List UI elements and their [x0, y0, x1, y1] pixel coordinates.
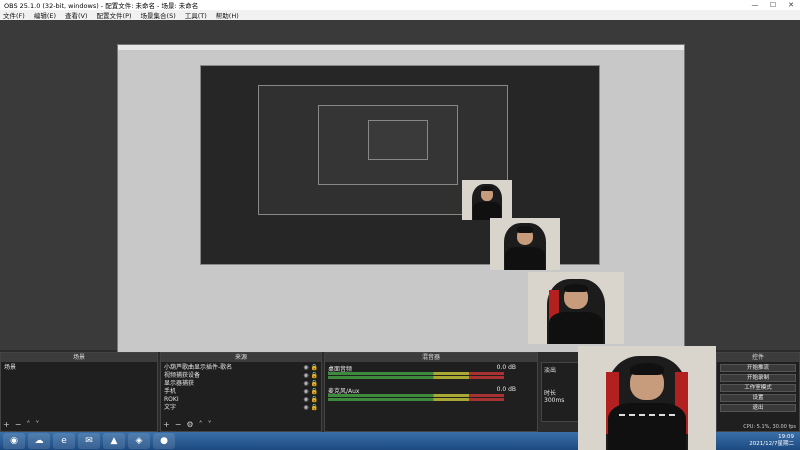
transition-type[interactable]: 淡出 — [544, 365, 578, 374]
menu-help[interactable]: 帮助(H) — [216, 10, 239, 20]
visibility-icon[interactable]: ◉ 🔒 — [303, 380, 318, 388]
webcam-feed-2 — [490, 218, 560, 270]
scenes-dock: 场景 场景 + − ˄ ˅ — [0, 352, 158, 432]
sources-dock: 来源 小葫芦歌曲显示插件-歌名 ◉ 🔒 视频捕获设备 ◉ 🔒 显示器捕获 ◉ 🔒 手机… — [160, 352, 322, 432]
game-icon[interactable]: ◈ — [128, 433, 150, 449]
visibility-icon[interactable]: ◉ 🔒 — [303, 364, 318, 372]
source-item[interactable]: 视频捕获设备 ◉ 🔒 — [164, 372, 318, 380]
sources-title: 来源 — [161, 353, 321, 362]
visibility-icon[interactable]: ◉ 🔒 — [303, 396, 318, 404]
controls-dock: 控件 开始推流 开始录制 工作室模式 设置 退出 — [716, 352, 800, 432]
app-icon[interactable]: ▲ — [103, 433, 125, 449]
mixer-dock: 混音器 桌面音频 0.0 dB 麦克风/Aux 0.0 dB — [324, 352, 538, 432]
close-icon[interactable]: ✕ — [782, 1, 800, 9]
visibility-icon[interactable]: ◉ 🔒 — [303, 388, 318, 396]
scene-item[interactable]: 场景 — [4, 364, 154, 372]
move-down-icon[interactable]: ˅ — [35, 420, 39, 429]
menu-profile[interactable]: 配置文件(P) — [97, 10, 132, 20]
preview-canvas[interactable] — [0, 20, 800, 450]
webcam-feed-3 — [528, 272, 624, 344]
controls-title: 控件 — [717, 353, 799, 362]
settings-button[interactable]: 设置 — [720, 394, 796, 402]
menu-file[interactable]: 文件(F) — [3, 10, 25, 20]
mixer-channel: 桌面音频 0.0 dB — [328, 364, 534, 384]
move-down-icon[interactable]: ˅ — [208, 420, 212, 429]
mixer-title: 混音器 — [325, 353, 537, 362]
menu-view[interactable]: 查看(V) — [65, 10, 88, 20]
scenes-title: 场景 — [1, 353, 157, 362]
source-item[interactable]: 手机 ◉ 🔒 — [164, 388, 318, 396]
webcam-feed-1 — [462, 180, 512, 220]
browser-icon[interactable]: e — [53, 433, 75, 449]
visibility-icon[interactable]: ◉ 🔒 — [303, 372, 318, 380]
volume-meter — [328, 394, 504, 397]
menu-scene-collection[interactable]: 场景集合(S) — [141, 10, 176, 20]
volume-slider[interactable] — [328, 376, 504, 379]
minimize-icon[interactable]: — — [746, 1, 764, 9]
add-icon[interactable]: + — [163, 420, 170, 429]
source-item[interactable]: ROKI ◉ 🔒 — [164, 396, 318, 404]
visibility-icon[interactable]: ◉ 🔒 — [303, 404, 318, 412]
volume-slider[interactable] — [328, 398, 504, 401]
source-item[interactable]: 显示器捕获 ◉ 🔒 — [164, 380, 318, 388]
studio-mode-button[interactable]: 工作室模式 — [720, 384, 796, 392]
remove-icon[interactable]: − — [15, 420, 22, 429]
move-up-icon[interactable]: ˄ — [26, 420, 30, 429]
channel-db: 0.0 dB — [496, 364, 516, 371]
start-streaming-button[interactable]: 开始推流 — [720, 364, 796, 372]
window-controls: — ☐ ✕ — [746, 1, 800, 9]
menu-edit[interactable]: 编辑(E) — [34, 10, 56, 20]
transitions-dock: 淡出 时长 300ms — [541, 362, 581, 422]
start-orb-icon[interactable]: ◉ — [3, 433, 25, 449]
clock-time: 19:09 — [778, 434, 794, 440]
channel-db: 0.0 dB — [496, 386, 516, 393]
add-icon[interactable]: + — [3, 420, 10, 429]
source-item[interactable]: 文字 ◉ 🔒 — [164, 404, 318, 412]
mixer-channel: 麦克风/Aux 0.0 dB — [328, 386, 534, 406]
system-clock[interactable]: 19:09 2021/12/7星期二 — [749, 434, 794, 448]
exit-button[interactable]: 退出 — [720, 404, 796, 412]
remove-icon[interactable]: − — [175, 420, 182, 429]
start-recording-button[interactable]: 开始录制 — [720, 374, 796, 382]
source-item[interactable]: 小葫芦歌曲显示插件-歌名 ◉ 🔒 — [164, 364, 318, 372]
window-titlebar: OBS 25.1.0 (32-bit, windows) - 配置文件: 未命名… — [0, 0, 800, 10]
menu-tools[interactable]: 工具(T) — [185, 10, 207, 20]
menu-bar: 文件(F) 编辑(E) 查看(V) 配置文件(P) 场景集合(S) 工具(T) … — [0, 10, 800, 20]
cloud-icon[interactable]: ☁ — [28, 433, 50, 449]
clock-date: 2021/12/7星期二 — [749, 441, 794, 447]
move-up-icon[interactable]: ˄ — [199, 420, 203, 429]
maximize-icon[interactable]: ☐ — [764, 1, 782, 9]
obs-icon[interactable]: ● — [153, 433, 175, 449]
webcam-feed-main — [578, 346, 716, 450]
chat-icon[interactable]: ✉ — [78, 433, 100, 449]
duration-value[interactable]: 300ms — [544, 397, 564, 404]
window-title: OBS 25.1.0 (32-bit, windows) - 配置文件: 未命名… — [4, 2, 199, 10]
status-bar: CPU: 5.1%, 30.00 fps — [743, 424, 796, 430]
duration-label: 时长 — [544, 390, 557, 397]
volume-meter — [328, 372, 504, 375]
gear-icon[interactable]: ⚙ — [186, 420, 193, 429]
